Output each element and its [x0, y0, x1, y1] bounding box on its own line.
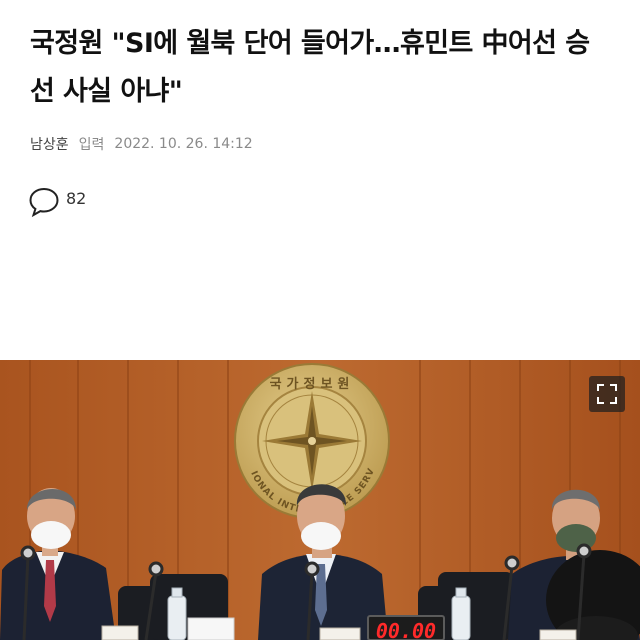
article-headline: 국정원 "SI에 월북 단어 들어가…휴민트 中어선 승 선 사실 아냐"	[30, 20, 620, 116]
digital-clock: 00.00	[367, 615, 445, 640]
article-photo: 국가정보원 NATIONAL INTELLIGENCE SERVICE	[0, 360, 640, 640]
author-name[interactable]: 남상훈	[30, 134, 69, 154]
comments-button[interactable]: 82	[28, 186, 86, 218]
headline-line-1: 국정원 "SI에 월북 단어 들어가…휴민트 中어선 승	[30, 28, 590, 59]
publish-date: 2022. 10. 26. 14:12	[114, 136, 253, 152]
fullscreen-expand-icon	[597, 384, 617, 404]
clock-display: 00.00	[376, 619, 436, 640]
headline-line-2: 선 사실 아냐"	[30, 76, 183, 107]
article-meta: 남상훈 입력 2022. 10. 26. 14:12	[30, 134, 253, 154]
emblem-top-text: 국가정보원	[270, 376, 355, 392]
expand-photo-button[interactable]	[589, 376, 625, 412]
speech-bubble-icon	[29, 187, 59, 218]
date-label: 입력	[78, 137, 105, 153]
comment-count: 82	[66, 189, 87, 208]
briefing-room-illustration: 국가정보원 NATIONAL INTELLIGENCE SERVICE	[0, 360, 640, 640]
